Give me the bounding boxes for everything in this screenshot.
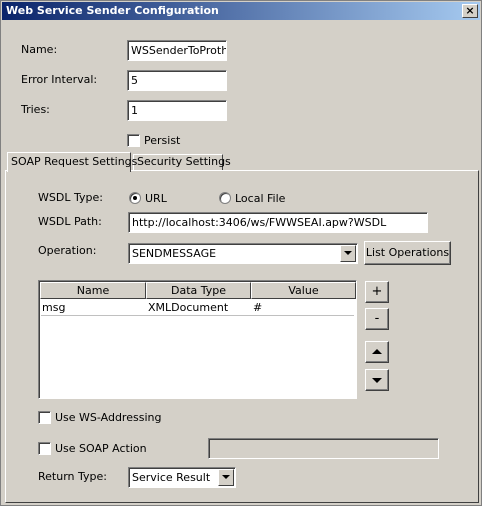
soap-action-field[interactable] [208, 438, 439, 459]
wsdl-path-label: WSDL Path: [38, 215, 102, 228]
tab-security-settings[interactable]: Security Settings [133, 154, 231, 170]
use-soap-action-label: Use SOAP Action [55, 442, 147, 455]
persist-label: Persist [144, 134, 181, 147]
wsdl-type-url-label: URL [145, 192, 167, 205]
arrow-up-icon [372, 349, 382, 354]
use-ws-addressing-checkbox[interactable] [38, 411, 51, 424]
remove-parameter-button[interactable]: - [365, 308, 389, 330]
wsdl-type-label: WSDL Type: [38, 191, 103, 204]
column-header-data-type[interactable]: Data Type [146, 282, 251, 299]
operation-dropdown-button[interactable] [340, 245, 356, 262]
tab-soap-request-settings[interactable]: SOAP Request Settings [7, 152, 137, 172]
chevron-down-icon [344, 251, 352, 255]
use-soap-action-checkbox[interactable] [38, 442, 51, 455]
wsdl-type-local-file-label: Local File [235, 192, 286, 205]
name-label: Name: [21, 43, 58, 56]
radio-selected-dot [133, 196, 137, 200]
persist-checkbox[interactable] [127, 134, 140, 147]
tries-field[interactable]: 1 [127, 100, 227, 121]
wsdl-path-field[interactable]: http://localhost:3406/ws/FWWSEAI.apw?WSD… [128, 212, 428, 233]
add-parameter-button[interactable]: + [365, 281, 389, 303]
operation-select[interactable]: SENDMESSAGE [128, 243, 358, 264]
column-header-name[interactable]: Name [40, 282, 146, 299]
config-dialog: Web Service Sender Configuration × Name:… [0, 0, 482, 506]
arrow-down-icon [372, 378, 382, 383]
close-button[interactable]: × [462, 4, 478, 18]
move-down-button[interactable] [365, 369, 389, 391]
return-type-dropdown-button[interactable] [218, 469, 234, 486]
parameters-table[interactable]: Name Data Type Value msg XMLDocument # [38, 280, 357, 399]
chevron-down-icon [222, 475, 230, 479]
wsdl-type-url-radio[interactable] [129, 192, 141, 204]
return-type-label: Return Type: [38, 470, 107, 483]
title-bar: Web Service Sender Configuration × [2, 2, 480, 20]
move-up-button[interactable] [365, 341, 389, 363]
error-interval-label: Error Interval: [21, 73, 98, 86]
table-cell-value[interactable]: # [251, 300, 353, 315]
column-header-value[interactable]: Value [251, 282, 356, 299]
name-field[interactable]: WSSenderToProthe [127, 40, 227, 61]
window-title: Web Service Sender Configuration [6, 4, 219, 17]
wsdl-type-local-file-radio[interactable] [219, 192, 231, 204]
tries-label: Tries: [21, 103, 50, 116]
error-interval-field[interactable]: 5 [127, 70, 227, 91]
table-cell-data-type[interactable]: XMLDocument [146, 300, 248, 315]
table-row-divider [41, 315, 354, 316]
table-cell-name[interactable]: msg [40, 300, 142, 315]
list-operations-button[interactable]: List Operations [364, 241, 451, 265]
operation-label: Operation: [38, 244, 97, 257]
use-ws-addressing-label: Use WS-Addressing [55, 411, 162, 424]
